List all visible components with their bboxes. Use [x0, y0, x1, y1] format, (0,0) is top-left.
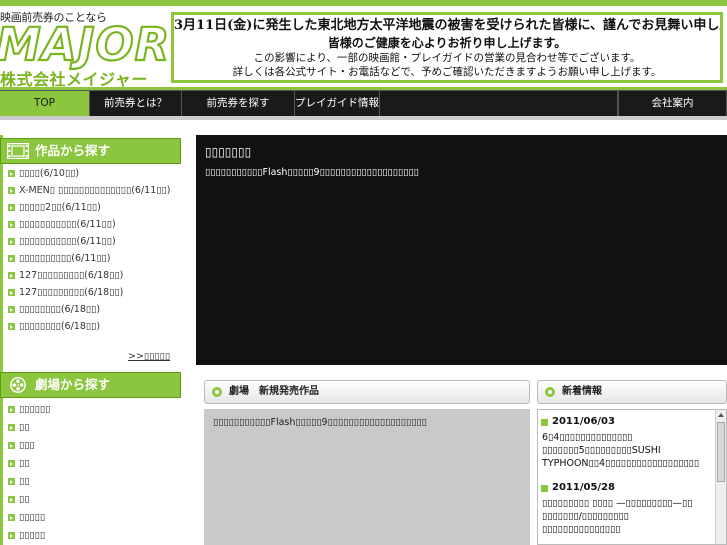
- nav-top[interactable]: TOP: [0, 91, 90, 116]
- work-item[interactable]: 127▯▯▯▯▯▯▯▯▯(6/18▯▯): [8, 269, 180, 282]
- theater-item[interactable]: ▯▯: [8, 421, 180, 434]
- work-item[interactable]: ▯▯▯▯▯▯▯▯(6/18▯▯): [8, 320, 180, 333]
- nav-spacer: [380, 91, 618, 116]
- work-item[interactable]: ▯▯▯▯▯▯▯▯▯▯▯(6/11▯▯): [8, 218, 180, 231]
- notice-line-3: この影響により、一部の映画館・プレイガイドの営業の見合わせ等でございます。: [253, 52, 641, 64]
- nav-about-presale[interactable]: 前売券とは？: [90, 91, 182, 116]
- bullet-icon: [545, 387, 555, 397]
- theaters-heading: 劇場から探す: [0, 372, 181, 398]
- nav-search-presale[interactable]: 前売券を探す: [182, 91, 295, 116]
- film-icon: [7, 143, 29, 159]
- film-reel-icon: [10, 377, 26, 393]
- theater-item[interactable]: ▯▯▯▯▯: [8, 511, 180, 524]
- theater-item[interactable]: ▯▯: [8, 475, 180, 488]
- bullet-icon: [212, 387, 222, 397]
- work-item[interactable]: ▯▯▯▯▯▯▯▯▯▯▯(6/11▯▯): [8, 235, 180, 248]
- news-heading-label: 新着情報: [562, 386, 602, 397]
- main-nav: TOP 前売券とは？ 前売券を探す プレイガイド情報 会社案内: [0, 90, 727, 116]
- work-item[interactable]: ▯▯▯▯▯▯▯▯(6/18▯▯): [8, 303, 180, 316]
- news-date: 2011/05/28: [541, 482, 615, 493]
- new-release-flash-area[interactable]: ▯▯▯▯▯▯▯▯▯▯▯Flash▯▯▯▯▯9▯▯▯▯▯▯▯▯▯▯▯▯▯▯▯▯▯▯…: [204, 409, 530, 545]
- theater-item[interactable]: ▯▯▯▯▯: [8, 529, 180, 542]
- theaters-list: ▯▯▯▯▯▯ ▯▯ ▯▯▯ ▯▯ ▯▯ ▯▯ ▯▯▯▯▯ ▯▯▯▯▯: [8, 403, 180, 545]
- gallery-flash-message: ▯▯▯▯▯▯▯▯▯▯▯Flash▯▯▯▯▯9▯▯▯▯▯▯▯▯▯▯▯▯▯▯▯▯▯▯…: [213, 417, 427, 428]
- nav-shadow: [0, 116, 727, 120]
- news-text[interactable]: 6▯4▯▯▯▯▯▯▯▯▯▯▯▯▯▯ ▯▯▯▯▯▯▯5▯▯▯▯▯▯▯▯▯SUSHI…: [542, 431, 702, 470]
- news-scrollbar[interactable]: [715, 410, 726, 544]
- scroll-up-arrow-icon[interactable]: [718, 413, 724, 417]
- flash-player-area[interactable]: ▯▯▯▯▯▯▯ ▯▯▯▯▯▯▯▯▯▯▯Flash▯▯▯▯▯9▯▯▯▯▯▯▯▯▯▯…: [196, 135, 727, 365]
- theaters-heading-label: 劇場から探す: [35, 377, 111, 392]
- new-release-heading: 劇場 新規発売作品: [204, 380, 530, 404]
- sidebar-accent: [0, 135, 3, 545]
- site-logo[interactable]: MAJOR: [0, 21, 170, 68]
- theater-item[interactable]: ▯▯▯: [8, 439, 180, 452]
- works-heading-label: 作品から探す: [35, 143, 111, 158]
- nav-playguide[interactable]: プレイガイド情報: [295, 91, 380, 116]
- theater-item[interactable]: ▯▯: [8, 457, 180, 470]
- top-accent-bar: [0, 0, 727, 6]
- flash-title: ▯▯▯▯▯▯▯: [205, 145, 252, 159]
- work-item[interactable]: ▯▯▯▯▯2▯▯(6/11▯▯): [8, 201, 180, 214]
- more-works-link[interactable]: >>▯▯▯▯▯: [128, 351, 170, 362]
- flash-message: ▯▯▯▯▯▯▯▯▯▯▯Flash▯▯▯▯▯9▯▯▯▯▯▯▯▯▯▯▯▯▯▯▯▯▯▯…: [205, 167, 419, 178]
- sidebar: 作品から探す ▯▯▯▯(6/10▯▯) X-MEN▯ ▯▯▯▯▯▯▯▯▯▯▯▯▯…: [0, 135, 182, 545]
- notice-line-4: 詳しくは各公式サイト・お電話などで、予めご確認いただきますようお願い申し上げます…: [232, 66, 662, 78]
- news-panel: 新着情報 2011/06/03 6▯4▯▯▯▯▯▯▯▯▯▯▯▯▯▯ ▯▯▯▯▯▯…: [537, 380, 727, 545]
- new-release-panel: 劇場 新規発売作品 ▯▯▯▯▯▯▯▯▯▯▯Flash▯▯▯▯▯9▯▯▯▯▯▯▯▯…: [204, 380, 530, 545]
- notice-line-2: 皆様のご健康を心よりお祈り申し上げます。: [327, 36, 567, 50]
- news-date: 2011/06/03: [541, 416, 615, 427]
- earthquake-notice: 3月11日(金)に発生した東北地方太平洋地震の被害を受けられた皆様に、謹んでお見…: [171, 12, 723, 83]
- works-heading: 作品から探す: [0, 138, 181, 164]
- work-item[interactable]: 127▯▯▯▯▯▯▯▯▯(6/18▯▯): [8, 286, 180, 299]
- work-item[interactable]: X-MEN▯ ▯▯▯▯▯▯▯▯▯▯▯▯▯▯(6/11▯▯): [8, 184, 180, 197]
- notice-line-1: 3月11日(金)に発生した東北地方太平洋地震の被害を受けられた皆様に、謹んでお見…: [174, 18, 723, 33]
- theater-item[interactable]: ▯▯: [8, 493, 180, 506]
- news-heading: 新着情報: [537, 380, 727, 404]
- new-release-heading-label: 劇場 新規発売作品: [229, 386, 319, 397]
- nav-company[interactable]: 会社案内: [618, 91, 727, 116]
- theater-item[interactable]: ▯▯▯▯▯▯: [8, 403, 180, 416]
- works-list: ▯▯▯▯(6/10▯▯) X-MEN▯ ▯▯▯▯▯▯▯▯▯▯▯▯▯▯(6/11▯…: [8, 167, 180, 337]
- news-list: 2011/06/03 6▯4▯▯▯▯▯▯▯▯▯▯▯▯▯▯ ▯▯▯▯▯▯▯5▯▯▯…: [537, 409, 727, 545]
- work-item[interactable]: ▯▯▯▯(6/10▯▯): [8, 167, 180, 180]
- news-text[interactable]: ▯▯▯▯▯▯▯▯▯ ▯▯▯▯ —▯▯▯▯▯▯▯▯▯—▯▯ ▯▯▯▯▯▯▯/▯▯▯…: [542, 497, 702, 536]
- work-item[interactable]: ▯▯▯▯▯▯▯▯▯▯(6/11▯▯): [8, 252, 180, 265]
- scroll-thumb[interactable]: [717, 422, 725, 482]
